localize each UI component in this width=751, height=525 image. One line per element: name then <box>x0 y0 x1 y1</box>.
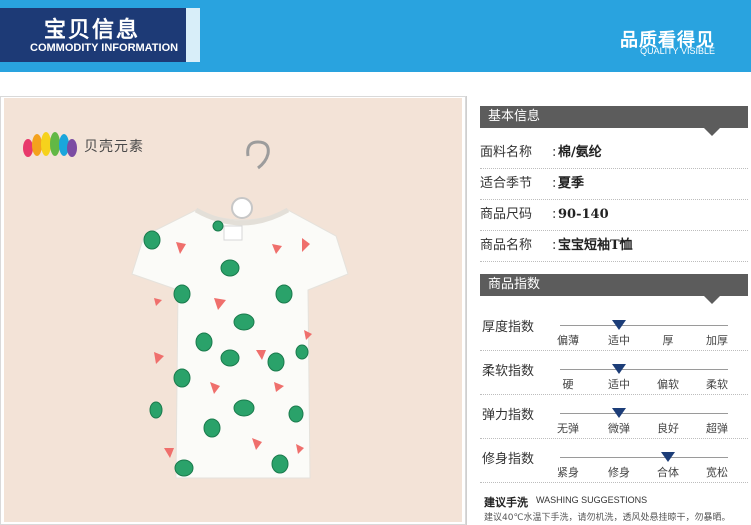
index-row-elasticity: 弹力指数 无弹 微弹 良好 超弹 <box>480 396 748 439</box>
brand-logo-icon <box>23 132 77 157</box>
index-option: 适中 <box>608 334 630 347</box>
info-label: 商品尺码 <box>480 207 533 222</box>
index-row-fit: 修身指数 紧身 修身 合体 宽松 <box>480 440 748 483</box>
index-marker <box>612 364 626 374</box>
washing-text: 建议40℃水温下手洗，请勿机洗，透风处悬挂晾干，勿暴晒。 <box>484 513 731 523</box>
info-row-fabric: 面料名称: 棉/氨纶 <box>480 138 748 169</box>
index-scale-line <box>560 325 728 326</box>
index-header: 商品指数 <box>480 274 748 296</box>
header-right-subtitle: QUALITY VISIBLE <box>640 46 715 56</box>
info-value: 宝宝短袖T恤 <box>558 238 633 253</box>
info-value: 棉/氨纶 <box>558 145 602 160</box>
info-label: 适合季节 <box>480 176 533 191</box>
index-option: 宽松 <box>706 466 728 479</box>
index-option: 适中 <box>608 378 630 391</box>
header-title: 宝贝信息 <box>44 18 141 43</box>
info-row-season: 适合季节: 夏季 <box>480 169 748 200</box>
index-notch <box>704 296 720 304</box>
index-option: 加厚 <box>706 334 728 347</box>
header-subtitle: COMMODITY INFORMATION <box>30 42 179 54</box>
index-option: 柔软 <box>706 378 728 391</box>
info-row-size: 商品尺码:90-140 <box>480 200 748 231</box>
index-marker <box>612 320 626 330</box>
index-option: 无弹 <box>557 422 579 435</box>
index-scale-line <box>560 413 728 414</box>
index-row-thickness: 厚度指数 偏薄 适中 厚 加厚 <box>480 308 748 351</box>
basic-info-notch <box>704 128 720 136</box>
index-option: 修身 <box>608 466 630 479</box>
index-label: 柔软指数 <box>482 364 535 379</box>
index-option: 良好 <box>657 422 679 435</box>
brand-name: 贝壳元素 <box>84 139 144 155</box>
index-option: 超弹 <box>706 422 728 435</box>
index-scale-line <box>560 369 728 370</box>
washing-title-en: WASHING SUGGESTIONS <box>536 495 648 505</box>
brand-logo <box>22 132 78 162</box>
index-option: 微弹 <box>608 422 630 435</box>
index-marker <box>612 408 626 418</box>
index-option: 偏薄 <box>557 334 579 347</box>
index-option: 厚 <box>662 334 674 347</box>
index-option: 合体 <box>657 466 679 479</box>
index-option: 硬 <box>562 378 574 391</box>
info-label: 商品名称 <box>480 238 533 253</box>
info-label: 面料名称 <box>480 145 533 160</box>
info-row-name: 商品名称: 宝宝短袖T恤 <box>480 231 748 262</box>
basic-info-header: 基本信息 <box>480 106 748 128</box>
index-option: 偏软 <box>657 378 679 391</box>
washing-title: 建议手洗 <box>484 496 528 509</box>
index-marker <box>661 452 675 462</box>
index-label: 弹力指数 <box>482 408 535 423</box>
index-label: 修身指数 <box>482 452 535 467</box>
index-scale-line <box>560 457 728 458</box>
column-divider <box>466 96 467 525</box>
index-label: 厚度指数 <box>482 320 535 335</box>
index-option: 紧身 <box>557 466 579 479</box>
info-value: 夏季 <box>558 176 585 191</box>
index-row-softness: 柔软指数 硬 适中 偏软 柔软 <box>480 352 748 395</box>
info-value: 90-140 <box>558 207 609 222</box>
